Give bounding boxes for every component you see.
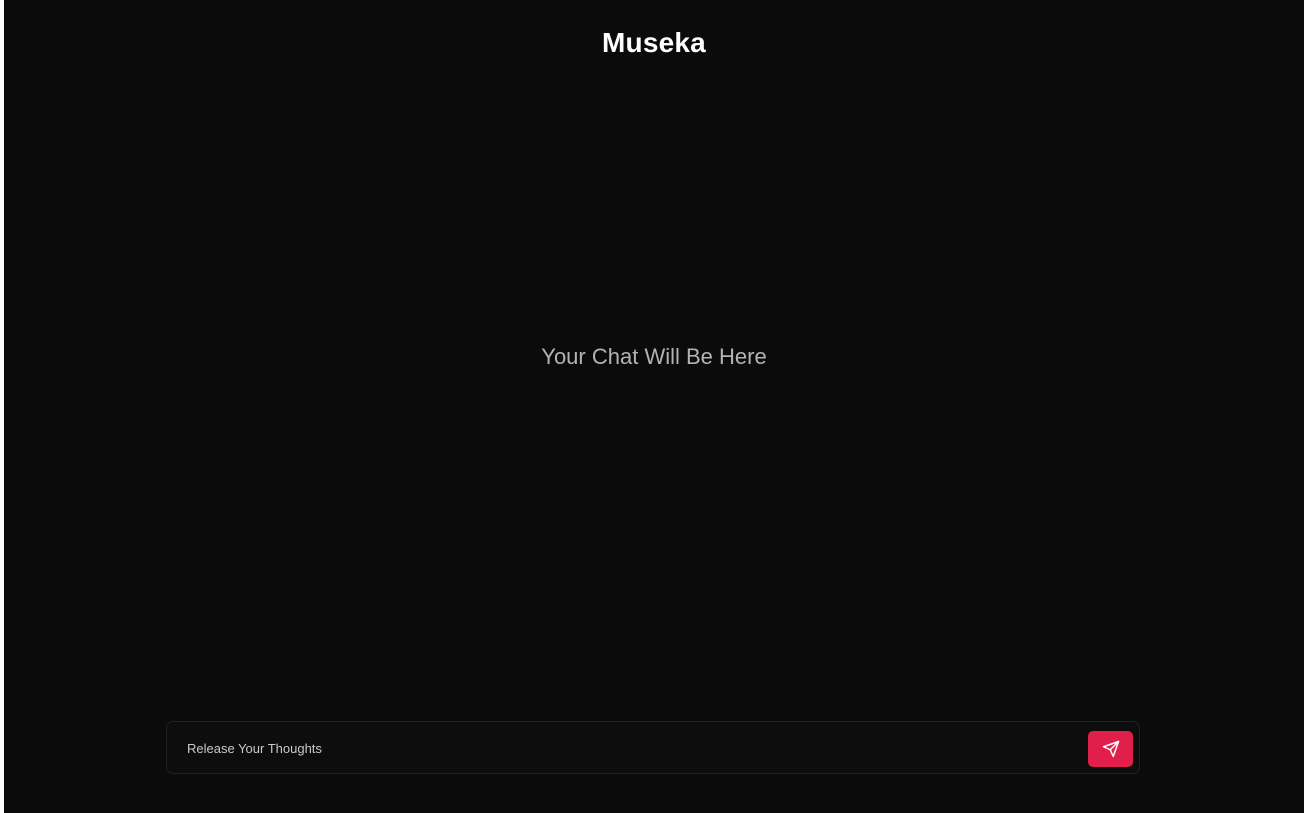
send-icon — [1102, 740, 1120, 758]
send-button[interactable] — [1088, 731, 1133, 767]
app-title: Museka — [602, 27, 706, 58]
chat-app: Museka Your Chat Will Be Here — [4, 0, 1304, 813]
message-composer — [166, 721, 1140, 774]
message-input[interactable] — [187, 736, 1067, 760]
chat-empty-message: Your Chat Will Be Here — [541, 344, 767, 369]
